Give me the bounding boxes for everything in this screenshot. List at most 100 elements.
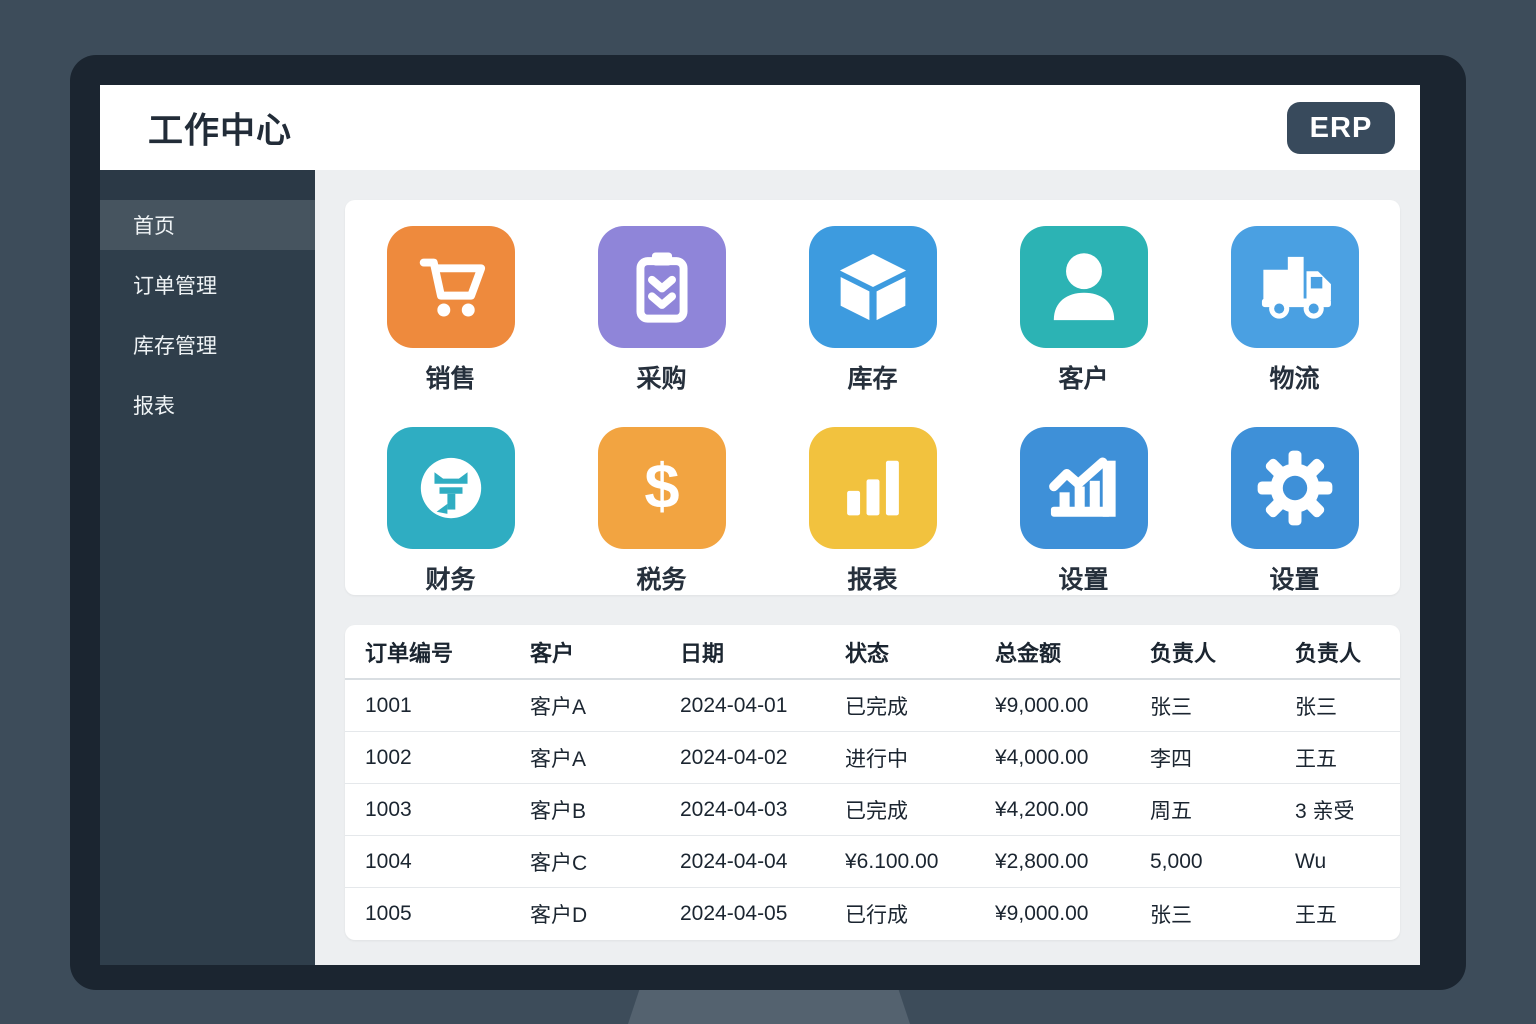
table-cell: 客户C <box>530 835 680 888</box>
column-header-5: 负责人 <box>1150 625 1295 680</box>
table-cell: ¥9,000.00 <box>995 901 1089 925</box>
table-cell: 王五 <box>1295 731 1400 784</box>
column-header-2: 日期 <box>680 625 845 680</box>
column-header-6: 负责人 <box>1295 625 1400 680</box>
table-cell: 3 亲受 <box>1295 783 1400 836</box>
sidebar-item-label: 首页 <box>133 215 175 238</box>
app-tile-8[interactable]: 设置 <box>1019 427 1148 596</box>
orders-table: 订单编号 客户 日期 状态 总金额 负责人 负责人 1001 客户A 2024-04-01 已完成… <box>345 625 1400 939</box>
app-label: 库存 <box>847 365 898 393</box>
orders-table-card: 订单编号 客户 日期 状态 总金额 负责人 负责人 1001 客户A 2024-04-01 已完成… <box>345 625 1400 940</box>
sidebar-item-label: 报表 <box>133 395 175 418</box>
app-grid: 销售 采购 库存 客户 物流财务 $ 税务 报表 设置 设置 <box>345 200 1400 596</box>
dollar-icon: $ <box>597 427 726 549</box>
table-cell: 5,000 <box>1150 835 1295 888</box>
app-label: 客户 <box>1058 365 1109 393</box>
table-cell: 已完成 <box>845 783 995 836</box>
app-label: 税务 <box>636 566 687 594</box>
app-label: 财务 <box>425 566 476 594</box>
sidebar-item-0[interactable]: 首页 <box>100 200 315 250</box>
cube-icon <box>808 226 937 348</box>
table-cell: 已行成 <box>845 903 908 927</box>
table-cell: 2024-04-03 <box>680 783 845 836</box>
page-title: 工作中心 <box>148 111 293 150</box>
app-label: 设置 <box>1058 566 1109 594</box>
table-row-0[interactable]: 1001 客户A 2024-04-01 已完成 ¥9,000.00 张三 张三 <box>345 679 1400 732</box>
column-header-4: 总金额 <box>995 625 1150 680</box>
app-label: 采购 <box>636 365 687 393</box>
table-cell: 1001 <box>345 679 530 732</box>
erp-window: 工作中心 ERP 首页 订单管理 库存管理 报表 销售 采购 库存 客户 物流 财务 $ 税务 报表设… <box>100 85 1420 965</box>
sidebar-item-1[interactable]: 订单管理 <box>100 260 315 310</box>
sidebar-item-3[interactable]: 报表 <box>100 380 315 430</box>
table-cell: ¥4,000.00 <box>995 731 1150 784</box>
sidebar-nav: 首页订单管理库存管理报表 <box>100 200 315 430</box>
app-tile-9[interactable]: 设置 <box>1230 427 1359 596</box>
table-cell: 周五 <box>1150 783 1295 836</box>
table-cell: 1003 <box>345 783 530 836</box>
person-icon <box>1019 226 1148 348</box>
table-row-2[interactable]: 1003 客户B 2024-04-03 已完成 ¥4,200.00 周五 3 亲受 <box>345 783 1400 836</box>
table-cell: ¥2,800.00 <box>995 835 1150 888</box>
column-header-0: 订单编号 <box>345 625 530 680</box>
bar-chart-icon <box>808 427 937 549</box>
svg-text:$: $ <box>644 452 679 522</box>
app-tile-7[interactable]: 报表 <box>808 427 937 596</box>
table-cell: ¥4,200.00 <box>995 783 1150 836</box>
monitor-stand <box>628 990 910 1024</box>
table-cell: 2024-04-05 <box>680 901 788 925</box>
table-cell: 1002 <box>345 731 530 784</box>
column-header-1: 客户 <box>530 625 680 680</box>
app-label: 物流 <box>1269 365 1320 393</box>
truck-icon <box>1230 226 1359 348</box>
table-cell: 进行中 <box>845 731 995 784</box>
main-content: 销售 采购 库存 客户 物流 财务 $ 税务 报表 设置 设置 订单编号 客户 日期 状态 总金额 负责人 负责… <box>315 170 1420 965</box>
table-cell: ¥9,000.00 <box>995 679 1150 732</box>
table-cell: ¥6.100.00 <box>845 835 995 888</box>
erp-badge[interactable]: ERP <box>1287 102 1395 154</box>
table-row-4[interactable]: 1005 客户D 2024-04-05 已行成 ¥9,000.00 张三 王五 <box>345 888 1400 940</box>
clipboard-icon <box>597 226 726 348</box>
sidebar: 首页订单管理库存管理报表 <box>100 170 315 965</box>
app-label: 报表 <box>847 566 898 594</box>
table-cell: 张三 <box>1295 679 1400 732</box>
coin-icon <box>386 427 515 549</box>
app-tile-6[interactable]: $ 税务 <box>597 427 726 596</box>
app-tile-0[interactable]: 销售 <box>386 226 515 395</box>
sidebar-item-label: 订单管理 <box>133 275 217 298</box>
table-cell: 张三 <box>1150 903 1192 927</box>
table-cell: 客户D <box>530 903 588 927</box>
table-row-3[interactable]: 1004 客户C 2024-04-04 ¥6.100.00 ¥2,800.00 5,000… <box>345 835 1400 888</box>
table-row-1[interactable]: 1002 客户A 2024-04-02 进行中 ¥4,000.00 李四 王五 <box>345 731 1400 784</box>
table-cell: 2024-04-01 <box>680 679 845 732</box>
sidebar-item-label: 库存管理 <box>133 335 217 358</box>
table-header-row: 订单编号 客户 日期 状态 总金额 负责人 负责人 <box>345 625 1400 680</box>
table-cell: 张三 <box>1150 679 1295 732</box>
chart-line-icon <box>1019 427 1148 549</box>
table-cell: 1005 <box>365 901 412 925</box>
app-label: 设置 <box>1269 566 1320 594</box>
table-cell: 王五 <box>1295 903 1337 927</box>
table-cell: Wu <box>1295 835 1400 888</box>
app-tile-3[interactable]: 客户 <box>1019 226 1148 395</box>
table-cell: 已完成 <box>845 679 995 732</box>
table-cell: 客户A <box>530 679 680 732</box>
app-tile-1[interactable]: 采购 <box>597 226 726 395</box>
table-cell: 2024-04-02 <box>680 731 845 784</box>
app-header: 工作中心 ERP <box>100 85 1420 170</box>
app-label: 销售 <box>425 365 476 393</box>
table-cell: 1004 <box>345 835 530 888</box>
app-launcher-card: 销售 采购 库存 客户 物流财务 $ 税务 报表 设置 设置 <box>345 200 1400 595</box>
app-tile-5[interactable]: 财务 <box>386 427 515 596</box>
sidebar-item-2[interactable]: 库存管理 <box>100 320 315 370</box>
column-header-3: 状态 <box>845 625 995 680</box>
cart-icon <box>386 226 515 348</box>
table-cell: 客户B <box>530 783 680 836</box>
table-cell: 李四 <box>1150 731 1295 784</box>
table-cell: 2024-04-04 <box>680 835 845 888</box>
app-tile-4[interactable]: 物流 <box>1230 226 1359 395</box>
table-cell: 客户A <box>530 731 680 784</box>
app-tile-2[interactable]: 库存 <box>808 226 937 395</box>
gear-icon <box>1230 427 1359 549</box>
sidebar-top-strip <box>100 170 315 200</box>
